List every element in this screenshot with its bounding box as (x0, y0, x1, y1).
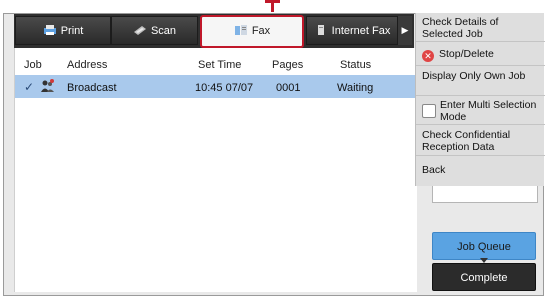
tab-internet-fax[interactable]: Internet Fax (306, 16, 398, 45)
menu-stop-delete[interactable]: ✕ Stop/Delete (416, 42, 545, 66)
tab-label: Print (60, 25, 84, 37)
printer-icon (43, 19, 57, 35)
complete-button[interactable]: Complete (432, 263, 536, 291)
tab-scroll-right-icon[interactable]: ▶ (398, 16, 412, 45)
menu-multi-selection-label: Enter Multi Selection Mode (440, 99, 537, 123)
multi-select-checkbox[interactable] (422, 104, 436, 118)
menu-multi-selection[interactable]: Enter Multi Selection Mode (416, 96, 545, 125)
selected-check-icon: ✓ (24, 80, 35, 94)
menu-confidential-data[interactable]: Check Confidential Reception Data (416, 125, 545, 156)
tab-scan[interactable]: Scan (111, 16, 198, 45)
job-set-time: 10:45 07/07 (195, 82, 254, 94)
stop-icon: ✕ (422, 50, 434, 62)
fax-icon (234, 19, 248, 35)
menu-stop-delete-label: Stop/Delete (439, 48, 494, 60)
scanner-icon (133, 19, 147, 35)
column-header-address: Address (67, 59, 108, 71)
action-menu: Check Details of Selected Job ✕ Stop/Del… (415, 13, 545, 186)
job-pages: 0001 (276, 82, 301, 94)
menu-back[interactable]: Back (416, 156, 545, 185)
internet-fax-icon (314, 19, 328, 35)
menu-display-own-job[interactable]: Display Only Own Job (416, 66, 545, 96)
column-header-pages: Pages (272, 59, 304, 71)
job-queue-button[interactable]: Job Queue (432, 232, 536, 260)
job-address: Broadcast (67, 82, 117, 94)
tab-label: Fax (251, 25, 271, 37)
tab-print[interactable]: Print (15, 16, 111, 45)
column-header-status: Status (340, 59, 372, 71)
column-header-job: Job (24, 59, 42, 71)
tab-label: Internet Fax (331, 25, 391, 37)
column-header-set-time: Set Time (198, 59, 242, 71)
detail-panel (432, 186, 538, 203)
tab-label: Scan (150, 25, 177, 37)
tab-fax[interactable]: Fax (200, 15, 304, 48)
broadcast-icon (39, 79, 55, 96)
menu-check-details[interactable]: Check Details of Selected Job (416, 13, 545, 42)
job-status: Waiting (337, 82, 374, 94)
callout-pointer (271, 0, 274, 12)
